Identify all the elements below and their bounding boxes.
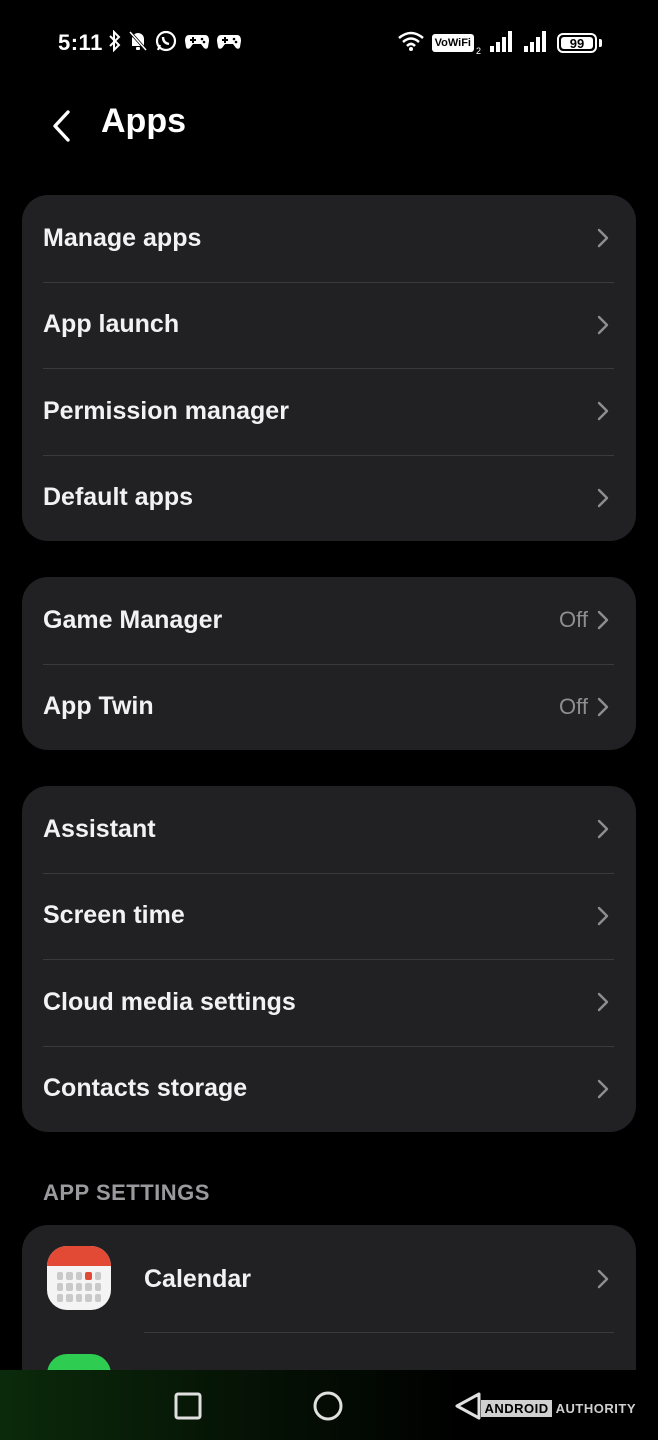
whatsapp-icon [154,29,178,58]
screen-time-item[interactable]: Screen time [22,872,636,960]
default-apps-item[interactable]: Default apps [22,454,636,542]
bell-off-icon [128,30,148,57]
settings-group-misc: Assistant Screen time Cloud media settin… [22,786,636,1132]
cloud-media-settings-item[interactable]: Cloud media settings [22,959,636,1046]
item-label: Assistant [43,814,156,843]
app-bar: Apps [0,96,658,152]
chevron-right-icon [596,609,610,631]
wifi-icon [397,31,424,56]
vowifi-sub: 2 [475,46,481,56]
watermark-text: AUTHORITY [555,1401,636,1416]
game-controller-icon [216,31,242,56]
chevron-right-icon [596,905,610,927]
item-label: Default apps [43,483,194,512]
chevron-right-icon [596,487,610,509]
signal-icon [523,30,549,57]
item-label: Game Manager [43,605,223,634]
watermark: ANDROID AUTHORITY [481,1400,636,1417]
screen: 5:11 VoWiFi 2 99 Apps Manage apps App la… [0,0,658,1440]
settings-group-general: Manage apps App launch Permission manage… [22,195,636,541]
item-label: Permission manager [43,396,289,425]
game-manager-item[interactable]: Game Manager Off [22,577,636,664]
item-value: Off [559,693,588,719]
vowifi-badge: VoWiFi [431,34,474,52]
permission-manager-item[interactable]: Permission manager [22,368,636,455]
item-label: Screen time [43,901,185,930]
item-value: Off [559,607,588,633]
app-twin-item[interactable]: App Twin Off [22,663,636,751]
home-button[interactable] [306,1384,350,1428]
chevron-right-icon [596,314,610,336]
watermark-box: ANDROID [481,1400,552,1417]
chevron-right-icon [596,227,610,249]
calendar-icon [47,1246,111,1310]
item-label: Contacts storage [43,1074,248,1103]
app-launch-item[interactable]: App launch [22,281,636,369]
app-settings-header: APP SETTINGS [43,1180,210,1205]
game-controller-icon [184,31,210,56]
settings-group-features: Game Manager Off App Twin Off [22,577,636,750]
chevron-right-icon [596,1268,610,1290]
triangle-back-icon [455,1392,481,1420]
item-label: App launch [43,310,180,339]
chevron-right-icon [596,400,610,422]
contacts-storage-item[interactable]: Contacts storage [22,1045,636,1133]
navigation-bar: ANDROID AUTHORITY [0,1370,658,1440]
item-label: Manage apps [43,223,202,252]
item-label: Calendar [144,1264,251,1293]
back-button[interactable] [40,104,84,148]
chevron-right-icon [596,696,610,718]
page-title: Apps [101,102,186,140]
status-right-icons: VoWiFi 2 99 [397,30,602,57]
battery-icon: 99 [557,33,597,53]
chevron-right-icon [596,1078,610,1100]
calendar-app-item[interactable]: Calendar [22,1225,636,1333]
square-icon [174,1392,202,1420]
recent-apps-button[interactable] [166,1384,210,1428]
item-label: App Twin [43,692,154,721]
status-left-icons [108,29,242,58]
battery-level: 99 [569,35,585,51]
assistant-item[interactable]: Assistant [22,786,636,873]
circle-icon [313,1391,343,1421]
signal-icon [489,30,515,57]
chevron-left-icon [53,110,70,142]
status-bar: 5:11 VoWiFi 2 99 [0,0,658,86]
status-time: 5:11 [58,30,103,55]
chevron-right-icon [596,991,610,1013]
manage-apps-item[interactable]: Manage apps [22,195,636,282]
chevron-right-icon [596,818,610,840]
bluetooth-icon [108,29,122,57]
item-label: Cloud media settings [43,987,296,1016]
